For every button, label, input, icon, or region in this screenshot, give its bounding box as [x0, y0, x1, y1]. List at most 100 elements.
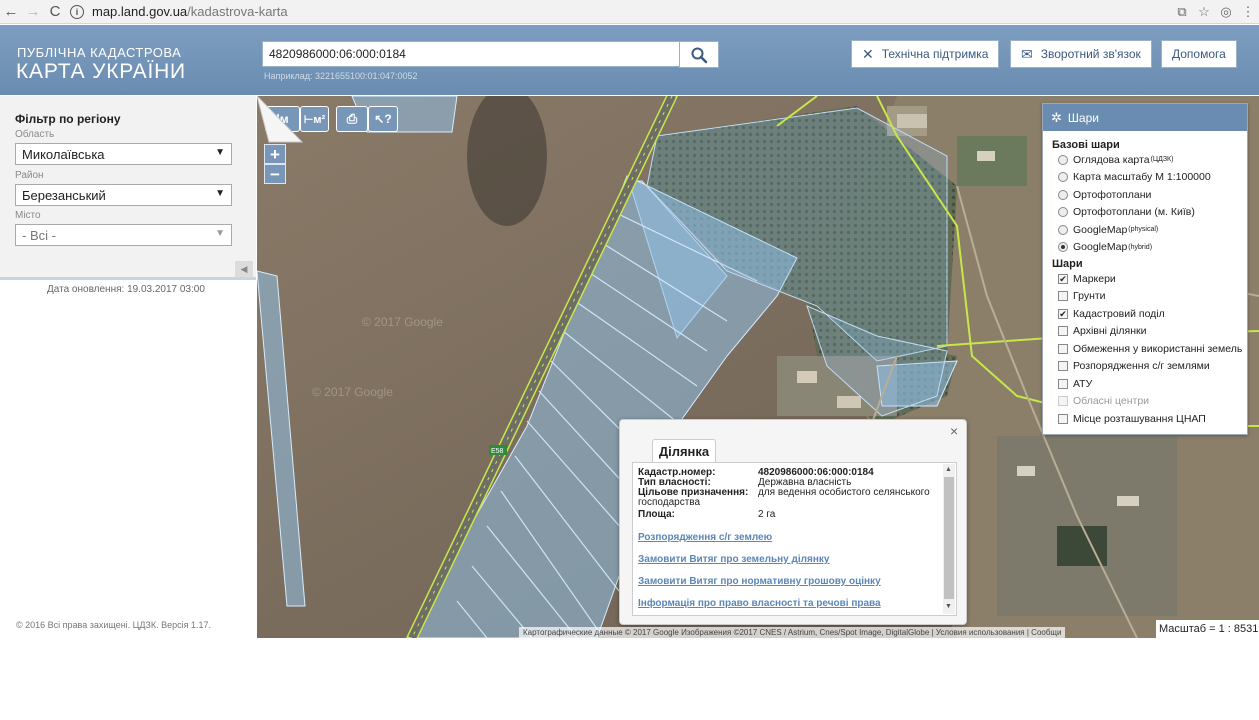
print-button[interactable]: ⎙	[336, 106, 368, 132]
filter-title: Фільтр по регіону	[15, 112, 121, 126]
app-header: ПУБЛІЧНА КАДАСТРОВА КАРТА УКРАЇНИ Наприк…	[0, 25, 1259, 95]
radio-button[interactable]	[1058, 189, 1068, 200]
city-select[interactable]: - Всі - ▼	[15, 224, 232, 246]
overlay-layer-label: Грунти	[1073, 290, 1106, 303]
land-disposal-link[interactable]: Розпорядження с/г землею	[638, 532, 772, 543]
popup-scrollbar[interactable]: ▲ ▼	[943, 464, 955, 614]
logo-title-line1[interactable]: ПУБЛІЧНА КАДАСТРОВА	[17, 45, 181, 60]
area-key: Площа:	[638, 509, 675, 520]
checkbox-icon	[1058, 396, 1068, 407]
overlay-layer-option[interactable]: ✔ Кадастровий поділ	[1043, 305, 1247, 323]
radio-button[interactable]	[1058, 224, 1068, 235]
base-layers-list: Оглядова карта (ЦДЗК) Карта масштабу М 1:1…	[1043, 151, 1247, 256]
checkbox-icon[interactable]	[1058, 343, 1068, 354]
gear-icon: ✲	[1051, 109, 1062, 125]
map-scale: Масштаб = 1 : 8531	[1156, 620, 1259, 638]
overlay-layer-label: Розпорядження с/г землями	[1073, 360, 1210, 373]
checkbox-icon[interactable]	[1058, 361, 1068, 372]
overlay-layer-option: Обласні центри	[1043, 393, 1247, 411]
layers-header[interactable]: ✲ Шари	[1043, 104, 1247, 131]
help-button[interactable]: Допомога	[1161, 40, 1237, 68]
pointer-help-icon: ↖?	[374, 112, 392, 126]
zoom-in-button[interactable]: +	[264, 144, 286, 164]
extension-icon[interactable]: ◎	[1215, 1, 1237, 23]
rayon-select[interactable]: Березанський ▼	[15, 184, 232, 206]
update-date: Дата оновлення: 19.03.2017 03:00	[47, 284, 205, 295]
oblast-value: Миколаївська	[22, 147, 105, 162]
info-icon[interactable]: i	[70, 4, 84, 19]
plus-icon: +	[270, 144, 280, 164]
base-layer-label: Ортофотоплани (м. Київ)	[1073, 206, 1195, 219]
ownership-rights-link[interactable]: Інформація про право власності та речові…	[638, 598, 881, 609]
support-button[interactable]: ✕ Технічна підтримка	[851, 40, 1000, 68]
search-button[interactable]	[679, 41, 719, 68]
menu-icon[interactable]: ⋮	[1237, 1, 1259, 23]
cadastral-search-input[interactable]	[262, 41, 680, 67]
base-layer-option[interactable]: Карта масштабу М 1:100000	[1043, 169, 1247, 187]
popup-content[interactable]: Кадастр.номер: 4820986000:06:000:0184 Ти…	[632, 462, 957, 616]
base-layer-option[interactable]: Ортофотоплани (м. Київ)	[1043, 204, 1247, 222]
zoom-out-button[interactable]: −	[264, 164, 286, 184]
base-layer-label: Карта масштабу М 1:100000	[1073, 171, 1211, 184]
star-icon[interactable]: ☆	[1193, 1, 1215, 23]
base-layer-option[interactable]: GoogleMap (hybrid)	[1043, 239, 1247, 257]
scroll-down-icon[interactable]: ▼	[945, 603, 952, 610]
city-label: Місто	[15, 210, 41, 221]
feedback-label: Зворотний зв'язок	[1040, 47, 1141, 61]
checkbox-icon[interactable]	[1058, 326, 1068, 337]
base-layer-sup: (hybrid)	[1128, 243, 1153, 251]
road-marker: E58	[489, 445, 507, 455]
tab-parcel[interactable]: Ділянка	[652, 439, 716, 463]
checkbox-icon[interactable]	[1058, 378, 1068, 389]
help-label: Допомога	[1172, 47, 1226, 61]
caret-down-icon: ▼	[215, 188, 225, 199]
reload-icon[interactable]: C	[44, 1, 66, 23]
checkbox-icon[interactable]	[1058, 291, 1068, 302]
radio-button[interactable]	[1058, 154, 1068, 165]
checkbox-checked-icon[interactable]: ✔	[1058, 308, 1068, 319]
overlay-layer-option[interactable]: Грунти	[1043, 288, 1247, 306]
radio-button[interactable]	[1058, 172, 1068, 183]
back-icon[interactable]: ←	[0, 1, 22, 23]
parcel-popup: × Ділянка Кадастр.номер: 4820986000:06:0…	[619, 419, 967, 625]
feedback-button[interactable]: ✉ Зворотний зв'язок	[1010, 40, 1152, 68]
overlay-layer-option[interactable]: Розпорядження с/г землями	[1043, 358, 1247, 376]
base-layer-option[interactable]: Ортофотоплани	[1043, 186, 1247, 204]
map-attribution[interactable]: Картографические данные © 2017 Google Из…	[519, 627, 1066, 638]
scrollbar-thumb[interactable]	[944, 477, 954, 599]
checkbox-checked-icon[interactable]: ✔	[1058, 273, 1068, 284]
checkbox-icon[interactable]	[1058, 413, 1068, 424]
base-layer-option[interactable]: GoogleMap (physical)	[1043, 221, 1247, 239]
caret-down-icon: ▼	[215, 147, 225, 158]
overlay-layer-option[interactable]: Обмеження у використанні земель	[1043, 340, 1247, 358]
address-bar[interactable]: i map.land.gov.ua/kadastrova-karta	[70, 1, 1171, 23]
radio-button[interactable]	[1058, 207, 1068, 218]
layers-panel: ✲ Шари Базові шари Оглядова карта (ЦДЗК) К…	[1042, 103, 1248, 435]
caret-down-icon: ▼	[215, 228, 225, 239]
map-canvas[interactable]: E58 © 2017 Google © 2017 Google |м ⊢м² ⎙…	[257, 96, 1259, 638]
url-host: map.land.gov.ua	[92, 4, 188, 19]
radio-button[interactable]	[1058, 242, 1068, 253]
order-parcel-extract-link[interactable]: Замовити Витяг про земельну ділянку	[638, 554, 829, 565]
collapse-panel-button[interactable]: ◀	[235, 261, 253, 277]
logo-title-line2[interactable]: КАРТА УКРАЇНИ	[16, 60, 186, 84]
map-watermark: © 2017 Google	[362, 315, 443, 329]
city-value: - Всі -	[22, 228, 56, 243]
overlay-layer-option[interactable]: ✔ Маркери	[1043, 270, 1247, 288]
translate-icon[interactable]: ⧉	[1171, 1, 1193, 23]
forward-icon[interactable]: →	[22, 1, 44, 23]
overlay-layer-label: АТУ	[1073, 377, 1093, 390]
oblast-select[interactable]: Миколаївська ▼	[15, 143, 232, 165]
overlay-layer-option[interactable]: Місце розташування ЦНАП	[1043, 410, 1247, 428]
identify-button[interactable]: ↖?	[368, 106, 398, 132]
base-layer-label: GoogleMap	[1073, 241, 1128, 254]
order-valuation-extract-link[interactable]: Замовити Витяг про нормативну грошову оц…	[638, 576, 881, 587]
overlay-layer-option[interactable]: АТУ	[1043, 375, 1247, 393]
overlay-layer-label: Архівні ділянки	[1073, 325, 1147, 338]
overlay-layer-label: Обмеження у використанні земель	[1073, 342, 1243, 355]
overlay-layer-option[interactable]: Архівні ділянки	[1043, 323, 1247, 341]
purpose-value: для ведення особистого селянського	[758, 487, 930, 498]
close-icon[interactable]: ×	[950, 423, 958, 439]
scroll-up-icon[interactable]: ▲	[945, 466, 952, 473]
base-layer-option[interactable]: Оглядова карта (ЦДЗК)	[1043, 151, 1247, 169]
